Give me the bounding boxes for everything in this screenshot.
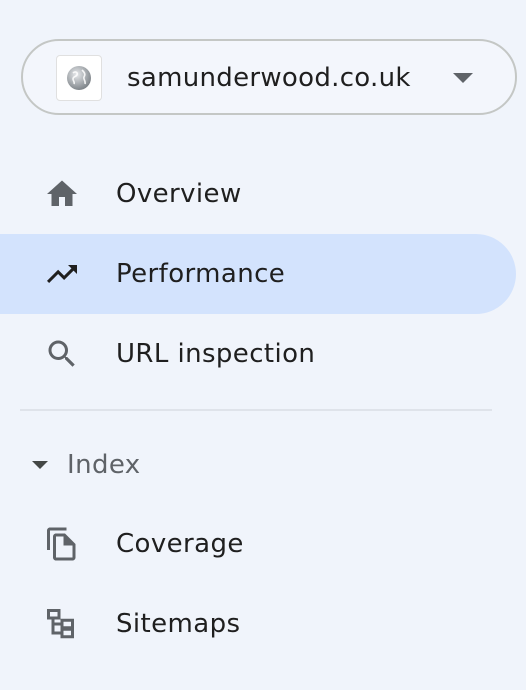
- coverage-icon: [44, 526, 80, 562]
- nav-item-sitemaps[interactable]: Sitemaps: [0, 584, 516, 664]
- section-header-index[interactable]: Index: [0, 440, 516, 490]
- nav-item-performance[interactable]: Performance: [0, 234, 516, 314]
- property-selector[interactable]: samunderwood.co.uk: [21, 39, 517, 115]
- nav-label-coverage: Coverage: [116, 529, 244, 559]
- section-label-index: Index: [67, 450, 141, 480]
- nav-divider: [20, 409, 492, 411]
- trending-up-icon: [44, 256, 80, 292]
- chevron-down-icon[interactable]: [453, 73, 473, 83]
- sitemap-icon: [44, 606, 80, 642]
- nav-label-performance: Performance: [116, 259, 286, 289]
- search-console-sidebar: samunderwood.co.uk Overview Performance …: [0, 0, 526, 690]
- globe-icon: [56, 55, 102, 101]
- nav-label-overview: Overview: [116, 179, 242, 209]
- nav-item-overview[interactable]: Overview: [0, 154, 516, 234]
- nav-label-sitemaps: Sitemaps: [116, 609, 241, 639]
- caret-down-icon: [32, 461, 48, 469]
- nav-item-url-inspection[interactable]: URL inspection: [0, 314, 516, 394]
- home-icon: [44, 176, 80, 212]
- nav-item-coverage[interactable]: Coverage: [0, 504, 516, 584]
- property-name: samunderwood.co.uk: [127, 63, 411, 93]
- next-item-icon: [44, 684, 60, 690]
- search-icon: [44, 336, 80, 372]
- nav-label-url-inspection: URL inspection: [116, 339, 316, 369]
